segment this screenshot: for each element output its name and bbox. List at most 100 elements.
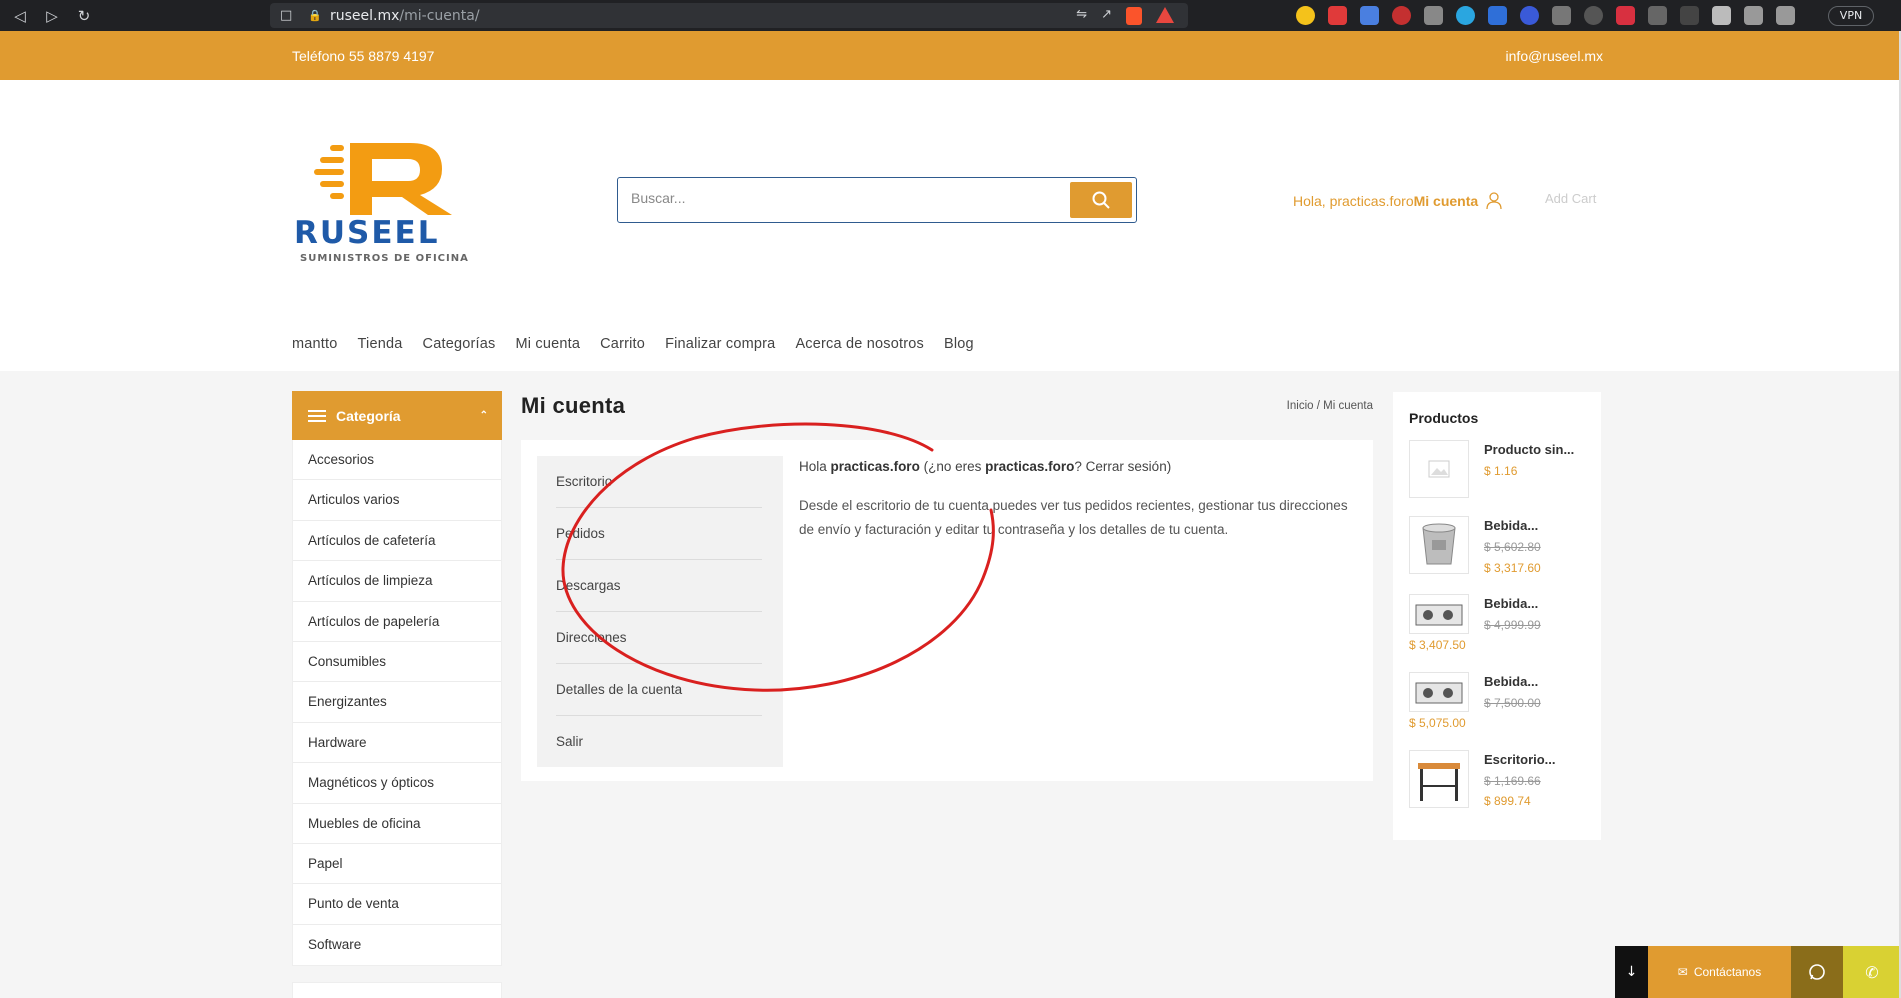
account-nav-salir[interactable]: Salir xyxy=(556,716,762,768)
greeting-username: practicas.foro xyxy=(830,459,920,474)
account-nav-detalles[interactable]: Detalles de la cuenta xyxy=(556,664,762,716)
category-item[interactable]: Software xyxy=(293,925,501,965)
account-nav-escritorio[interactable]: Escritorio xyxy=(556,456,762,508)
translate-icon[interactable]: ⇋ xyxy=(1076,7,1087,25)
search-button[interactable] xyxy=(1070,182,1132,218)
ruseel-logo[interactable]: RUSEEL SUMINISTROS DE OFICINA xyxy=(292,137,490,264)
extension-icon[interactable] xyxy=(1392,6,1411,25)
product-name[interactable]: Bebida... xyxy=(1484,674,1538,689)
url-path: /mi-cuenta/ xyxy=(399,7,480,24)
bookmark-icon[interactable]: □ xyxy=(280,8,292,23)
brave-rewards-icon[interactable] xyxy=(1156,6,1174,23)
extension-icon[interactable] xyxy=(1680,6,1699,25)
greeting-close-paren: ) xyxy=(1166,459,1172,474)
menu-item-finalizar-compra[interactable]: Finalizar compra xyxy=(665,336,775,352)
product-name[interactable]: Bebida... xyxy=(1484,518,1538,533)
search-box xyxy=(617,177,1137,223)
my-account-link[interactable]: Mi cuenta xyxy=(1414,193,1479,209)
category-item[interactable]: Papel xyxy=(293,844,501,885)
category-item[interactable]: Consumibles xyxy=(293,642,501,683)
products-widget: Productos Producto sin... $ 1.16 Bebida.… xyxy=(1393,392,1601,840)
product-old-price: $ 1,169.66 xyxy=(1484,774,1541,788)
breadcrumb-home[interactable]: Inicio xyxy=(1287,400,1314,412)
extension-icon[interactable] xyxy=(1328,6,1347,25)
account-greeting: Hola, practicas.foro xyxy=(1293,193,1414,209)
account-nav-descargas[interactable]: Descargas xyxy=(556,560,762,612)
product-name[interactable]: Bebida... xyxy=(1484,596,1538,611)
product-price: $ 5,075.00 xyxy=(1409,716,1466,730)
extension-icon[interactable] xyxy=(1520,6,1539,25)
contact-button[interactable]: ✉ Contáctanos xyxy=(1648,946,1791,998)
category-item[interactable]: Muebles de oficina xyxy=(293,804,501,844)
bucket-image[interactable] xyxy=(1409,516,1469,574)
user-icon[interactable] xyxy=(1486,192,1502,210)
product-price: $ 899.74 xyxy=(1484,794,1531,808)
puzzle-icon[interactable] xyxy=(1712,6,1731,25)
sidebar-icon[interactable] xyxy=(1744,6,1763,25)
product-name[interactable]: Escritorio... xyxy=(1484,752,1556,767)
arrow-down-icon[interactable]: ↓ xyxy=(1615,946,1648,998)
greeting-username-2: practicas.foro xyxy=(985,459,1075,474)
reload-icon[interactable]: ↻ xyxy=(72,7,96,25)
envelope-icon: ✉ xyxy=(1677,965,1688,979)
desk-image[interactable] xyxy=(1409,750,1469,808)
extension-icon[interactable] xyxy=(1296,6,1315,25)
phone-icon: ✆ xyxy=(1865,962,1879,982)
extension-icon[interactable] xyxy=(1648,6,1667,25)
extension-icon[interactable] xyxy=(1552,6,1571,25)
wallet-icon[interactable] xyxy=(1776,6,1795,25)
extension-icon[interactable] xyxy=(1456,6,1475,25)
breadcrumb: Inicio / Mi cuenta xyxy=(1287,400,1373,412)
account-nav-direcciones[interactable]: Direcciones xyxy=(556,612,762,664)
category-item[interactable]: Articulos varios xyxy=(293,480,501,521)
product-image[interactable] xyxy=(1409,672,1469,712)
url-host: ruseel.mx xyxy=(330,7,400,24)
phone-button[interactable]: ✆ xyxy=(1843,946,1901,998)
category-list: Accesorios Articulos varios Artículos de… xyxy=(292,440,502,967)
vpn-button[interactable]: VPN xyxy=(1828,6,1874,26)
chevron-up-icon: ⌃ xyxy=(479,410,488,421)
category-item[interactable]: Magnéticos y ópticos xyxy=(293,763,501,804)
category-item[interactable]: Punto de venta xyxy=(293,884,501,925)
phone-text: Teléfono 55 8879 4197 xyxy=(292,48,435,64)
category-item[interactable]: Artículos de papelería xyxy=(293,602,501,642)
menu-item-carrito[interactable]: Carrito xyxy=(600,336,645,352)
logout-link[interactable]: Cerrar sesión xyxy=(1086,459,1167,474)
extension-icon[interactable] xyxy=(1584,6,1603,25)
address-bar[interactable]: □ 🔒 ruseel.mx/mi-cuenta/ ⇋ ↗ xyxy=(270,3,1188,28)
dashboard-description: Desde el escritorio de tu cuenta puedes … xyxy=(799,498,1348,537)
email-link[interactable]: info@ruseel.mx xyxy=(1506,48,1603,64)
product-name[interactable]: Producto sin... xyxy=(1484,442,1574,457)
forward-icon[interactable]: ▷ xyxy=(40,7,64,25)
category-item[interactable]: Artículos de cafetería xyxy=(293,521,501,562)
category-item[interactable]: Energizantes xyxy=(293,682,501,723)
category-item[interactable]: Artículos de limpieza xyxy=(293,561,501,602)
account-panel: Escritorio Pedidos Descargas Direcciones… xyxy=(521,440,1373,781)
add-cart-link[interactable]: Add Cart xyxy=(1545,191,1596,206)
account-nav-pedidos[interactable]: Pedidos xyxy=(556,508,762,560)
share-icon[interactable]: ↗ xyxy=(1101,7,1112,25)
menu-item-categorias[interactable]: Categorías xyxy=(423,336,496,352)
extension-icon[interactable] xyxy=(1424,6,1443,25)
category-toggle[interactable]: Categoría ⌃ xyxy=(292,391,502,440)
site-header: RUSEEL SUMINISTROS DE OFICINA Hola, prac… xyxy=(0,80,1901,371)
brave-shields-icon[interactable] xyxy=(1126,6,1142,25)
product-image[interactable] xyxy=(1409,594,1469,634)
placeholder-image[interactable] xyxy=(1409,440,1469,498)
extension-icon[interactable] xyxy=(1360,6,1379,25)
extension-icon[interactable] xyxy=(1488,6,1507,25)
menu-item-acerca[interactable]: Acerca de nosotros xyxy=(795,336,924,352)
category-item[interactable]: Accesorios xyxy=(293,440,501,481)
extension-icon[interactable] xyxy=(1616,6,1635,25)
menu-item-mi-cuenta[interactable]: Mi cuenta xyxy=(515,336,580,352)
menu-item-mantto[interactable]: mantto xyxy=(292,336,338,352)
menu-item-blog[interactable]: Blog xyxy=(944,336,974,352)
whatsapp-button[interactable] xyxy=(1791,946,1843,998)
back-icon[interactable]: ◁ xyxy=(8,7,32,25)
search-input[interactable] xyxy=(631,190,1051,206)
account-navigation: Escritorio Pedidos Descargas Direcciones… xyxy=(537,456,783,767)
category-item[interactable]: Hardware xyxy=(293,723,501,764)
sidebar-widget xyxy=(292,982,502,998)
dashboard-greeting: Hola practicas.foro (¿no eres practicas.… xyxy=(799,459,1172,474)
menu-item-tienda[interactable]: Tienda xyxy=(358,336,403,352)
